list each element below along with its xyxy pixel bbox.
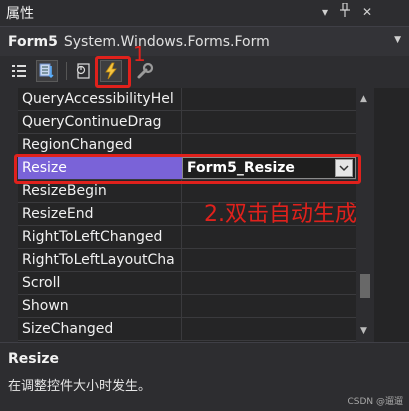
event-handler-field[interactable]: Form5_Resize	[182, 157, 356, 179]
categorized-icon	[12, 65, 26, 77]
property-name: ResizeBegin	[22, 183, 107, 199]
alphabetical-button[interactable]	[36, 60, 58, 82]
property-name: SizeChanged	[22, 321, 114, 337]
grid-row[interactable]: RightToLeftChanged	[18, 226, 356, 249]
vertical-scrollbar[interactable]: ▲ ▼	[356, 88, 374, 342]
handler-dropdown-button[interactable]	[335, 159, 353, 177]
panel-title-bar: 属性 ▾ ✕	[0, 0, 409, 26]
description-text: 在调整控件大小时发生。	[8, 379, 152, 394]
column-divider	[181, 180, 182, 203]
description-pane: Resize 在调整控件大小时发生。 CSDN @遛遛	[0, 342, 409, 411]
property-name: Scroll	[22, 275, 61, 291]
properties-icon	[76, 63, 90, 79]
grid-row[interactable]: RightToLeftLayoutCha	[18, 249, 356, 272]
property-name: RightToLeftChanged	[22, 229, 163, 245]
object-name: Form5	[8, 33, 58, 50]
column-divider	[181, 203, 182, 226]
alphabetical-icon	[39, 63, 54, 79]
properties-button[interactable]	[72, 60, 94, 82]
event-handler-value: Form5_Resize	[187, 160, 295, 176]
grid-row[interactable]: QueryAccessibilityHel	[18, 88, 356, 111]
scroll-thumb[interactable]	[360, 274, 370, 298]
column-divider	[181, 134, 182, 157]
grid-gutter	[0, 88, 18, 342]
property-name: Shown	[22, 298, 69, 314]
panel-title: 属性	[6, 6, 34, 22]
grid-row[interactable]: RegionChanged	[18, 134, 356, 157]
annotation-step-1: 1	[133, 42, 146, 66]
watermark: CSDN @遛遛	[347, 397, 403, 407]
grid-row-selected[interactable]: Resize Form5_Resize	[18, 157, 356, 180]
properties-toolbar	[0, 56, 409, 88]
scroll-down-icon[interactable]: ▼	[360, 326, 367, 336]
events-button[interactable]	[100, 60, 122, 82]
scroll-up-icon[interactable]: ▲	[360, 94, 367, 104]
right-pad	[374, 88, 409, 342]
column-divider	[181, 272, 182, 295]
chevron-down-icon[interactable]: ▼	[394, 35, 401, 45]
toolbar-separator	[66, 62, 67, 80]
grid-row[interactable]: Shown	[18, 295, 356, 318]
pin-icon[interactable]	[336, 2, 354, 21]
property-name: QueryContinueDrag	[22, 114, 162, 130]
dropdown-icon[interactable]: ▾	[316, 3, 334, 21]
property-name: RightToLeftLayoutCha	[22, 252, 175, 268]
column-divider	[181, 249, 182, 272]
grid-row[interactable]: QueryContinueDrag	[18, 111, 356, 134]
close-icon[interactable]: ✕	[358, 3, 376, 21]
property-name: QueryAccessibilityHel	[22, 91, 174, 107]
column-divider	[181, 88, 182, 111]
column-divider	[181, 295, 182, 318]
events-lightning-icon	[105, 62, 117, 80]
property-name: RegionChanged	[22, 137, 133, 153]
grid-row[interactable]: SizeChanged	[18, 318, 356, 341]
chevron-down-icon	[339, 164, 349, 171]
column-divider	[181, 318, 182, 341]
column-divider	[181, 226, 182, 249]
property-name: ResizeEnd	[22, 206, 94, 222]
property-name: Resize	[22, 160, 67, 176]
description-title: Resize	[8, 351, 60, 367]
column-divider	[181, 111, 182, 134]
grid-row[interactable]: Scroll	[18, 272, 356, 295]
object-type: System.Windows.Forms.Form	[63, 33, 270, 50]
object-selector[interactable]: Form5 System.Windows.Forms.Form ▼	[0, 26, 409, 56]
annotation-step-2: 2.双击自动生成	[204, 202, 357, 227]
categorized-button[interactable]	[8, 60, 30, 82]
